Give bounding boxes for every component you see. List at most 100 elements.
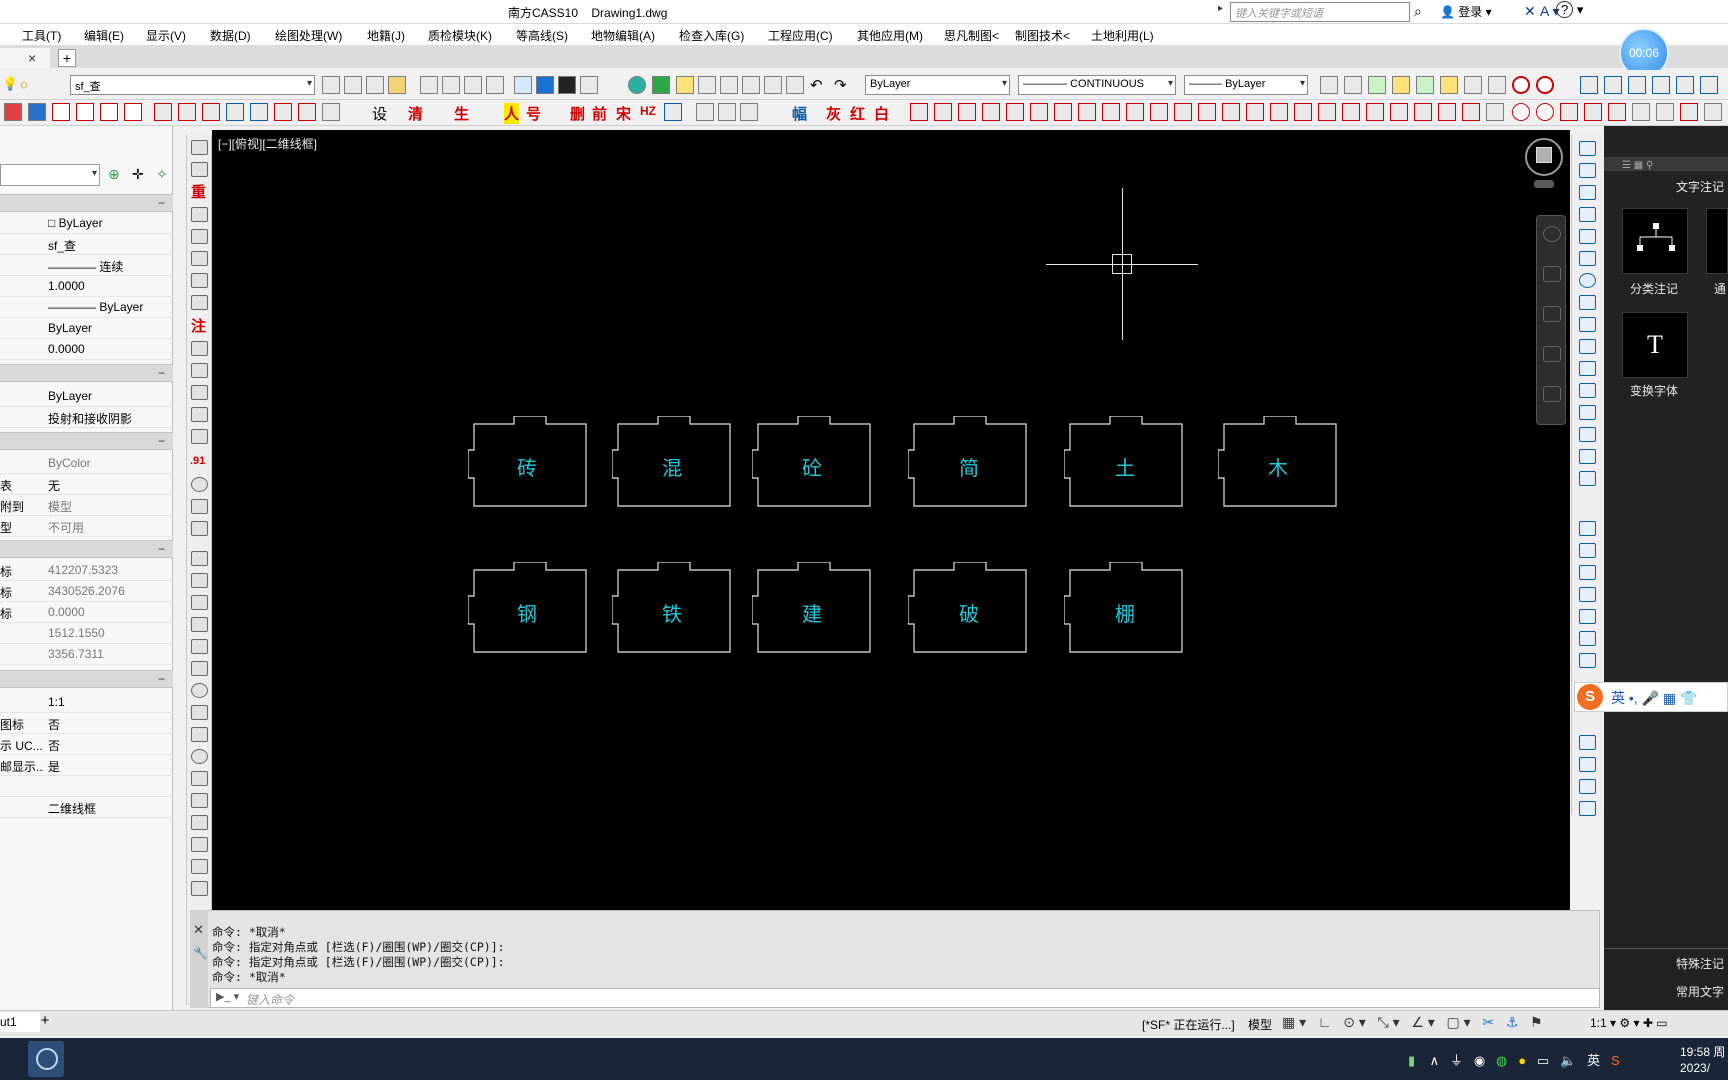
pan-icon[interactable] [1464, 76, 1482, 94]
table-icon[interactable] [720, 76, 738, 94]
menu-drawing[interactable]: 绘图处理(W) [275, 27, 342, 44]
symbol-icon-8[interactable] [1078, 103, 1096, 121]
symbol-icon-5[interactable] [1006, 103, 1024, 121]
fill-icon[interactable] [558, 76, 576, 94]
layer-icon[interactable] [580, 76, 598, 94]
search-object-icon[interactable] [1579, 631, 1596, 646]
extend-icon[interactable] [1579, 361, 1596, 376]
text-button-sheet[interactable]: 幅 [792, 103, 807, 124]
menu-contour[interactable]: 等高线(S) [516, 27, 568, 44]
text-button-front[interactable]: 前 [592, 103, 607, 124]
cancel-icon[interactable] [1536, 76, 1554, 94]
ime-mode[interactable]: 英 •, 🎤 ▦ 👕 [1611, 688, 1697, 708]
usb-icon[interactable]: ⏚ [1450, 1053, 1463, 1068]
stack-icon-3[interactable] [1579, 779, 1596, 794]
annotation-scale-icon[interactable]: ✂ [1482, 1014, 1494, 1030]
spline-tool-icon[interactable] [191, 727, 208, 742]
menu-land-use[interactable]: 土地利用(L) [1091, 27, 1154, 44]
tool-icon-4[interactable] [191, 207, 208, 222]
clock-time[interactable]: 19:58 周 [1680, 1043, 1725, 1060]
hatch-icon-1[interactable] [154, 103, 172, 121]
tool-icon-18[interactable] [191, 521, 208, 536]
hatch-icon-4[interactable] [226, 103, 244, 121]
layer-manager-icon[interactable] [652, 76, 670, 94]
prop-row[interactable]: 表无 [0, 474, 173, 495]
layout-icon[interactable] [1416, 76, 1434, 94]
tool-icon-1[interactable] [191, 140, 208, 155]
tool-icon-5[interactable] [191, 229, 208, 244]
text-button-delete[interactable]: 删 [570, 103, 585, 124]
select-objects-icon[interactable]: ✛ [132, 166, 144, 183]
tray-expand-icon[interactable]: ∧ [1430, 1053, 1440, 1068]
circle-icon[interactable] [1536, 103, 1554, 121]
help-icon[interactable] [764, 76, 782, 94]
wrench-icon[interactable]: 🔧 [193, 946, 208, 960]
brush-icon[interactable] [676, 76, 694, 94]
hatch-icon-7[interactable] [298, 103, 316, 121]
input-lang-label[interactable]: 英 [1587, 1053, 1600, 1068]
new-tab-button[interactable]: + [58, 49, 76, 67]
section-plot[interactable]: − [0, 432, 173, 450]
symbol-icon-16[interactable] [1270, 103, 1288, 121]
symbol-icon-4[interactable] [982, 103, 1000, 121]
document-tab[interactable] [0, 48, 50, 68]
overlay-icon[interactable] [1680, 103, 1698, 121]
block-attr-icon[interactable] [1652, 76, 1670, 94]
orbit-icon[interactable] [1543, 346, 1561, 362]
cross-box-icon[interactable] [1608, 103, 1626, 121]
autoscale-icon[interactable]: ⚑ [1530, 1014, 1543, 1030]
group-icon[interactable] [1392, 76, 1410, 94]
insert-block-icon[interactable] [191, 793, 208, 808]
battery-icon[interactable]: ▮ [1408, 1053, 1415, 1068]
polygon-tool-icon[interactable] [191, 617, 208, 632]
ellipse-tool-icon[interactable] [191, 749, 208, 764]
clock-date[interactable]: 2023/ [1680, 1061, 1710, 1075]
symbol-icon-1[interactable] [910, 103, 928, 121]
tool-icon[interactable] [1344, 76, 1362, 94]
break-icon[interactable] [1579, 383, 1596, 398]
point-tool-icon[interactable] [191, 837, 208, 852]
menu-mapping-tech[interactable]: 制图技术< [1015, 27, 1070, 44]
symbol-icon-24[interactable] [1462, 103, 1480, 121]
menu-display[interactable]: 显示(V) [146, 27, 186, 44]
ellipse-arc-tool-icon[interactable] [191, 771, 208, 786]
hatch-icon-8[interactable] [322, 103, 340, 121]
cass-icon-2[interactable] [28, 103, 46, 121]
prop-row[interactable]: ByLayer [0, 386, 173, 407]
viewport-label[interactable]: [−][俯视][二维线框] [218, 135, 317, 152]
array-icon[interactable] [1579, 229, 1596, 244]
symbol-icon-14[interactable] [1222, 103, 1240, 121]
layer-combo[interactable]: sf_查 ▾ [70, 75, 315, 95]
symbol-icon-6[interactable] [1030, 103, 1048, 121]
tool-icon-6[interactable] [191, 251, 208, 266]
app-tray-icon[interactable]: ● [1518, 1053, 1526, 1068]
hatch-icon-5[interactable] [250, 103, 268, 121]
section-view[interactable]: − [0, 540, 173, 558]
lineweight-combo[interactable]: ——— ByLayer ▾ [1184, 75, 1308, 95]
binoculars-icon[interactable]: ⌕ [1414, 3, 1422, 20]
annotate-text-icon[interactable]: 注 [191, 315, 206, 336]
menu-engineering[interactable]: 工程应用(C) [768, 27, 833, 44]
symbol-icon-9[interactable] [1102, 103, 1120, 121]
text-button-person[interactable]: 人 [504, 103, 520, 124]
menu-check-import[interactable]: 检查入库(G) [679, 27, 744, 44]
drawing-canvas[interactable] [212, 130, 1570, 910]
tool-icon-11[interactable] [191, 363, 208, 378]
box-icon[interactable] [696, 103, 714, 121]
link-icon[interactable] [1579, 587, 1596, 602]
prop-row[interactable]: 图标否 [0, 713, 173, 734]
symbol-icon-15[interactable] [1246, 103, 1264, 121]
prop-row[interactable]: ByLayer [0, 318, 173, 339]
prop-row[interactable]: □ ByLayer [0, 213, 173, 234]
trim-icon[interactable] [1579, 339, 1596, 354]
tool-icon-2[interactable] [191, 162, 208, 177]
make-block-icon[interactable] [191, 815, 208, 830]
text-button-gray[interactable]: 灰 [826, 103, 841, 124]
prop-row[interactable] [0, 776, 173, 797]
pickadd-icon[interactable]: ✧ [156, 166, 168, 183]
grid-icon[interactable] [786, 76, 804, 94]
symbol-icon-23[interactable] [1438, 103, 1456, 121]
text-button-red[interactable]: 红 [850, 103, 865, 124]
search-expand-icon[interactable]: ▸ [1218, 3, 1230, 21]
exchange-icon[interactable]: ✕ [1524, 3, 1536, 20]
